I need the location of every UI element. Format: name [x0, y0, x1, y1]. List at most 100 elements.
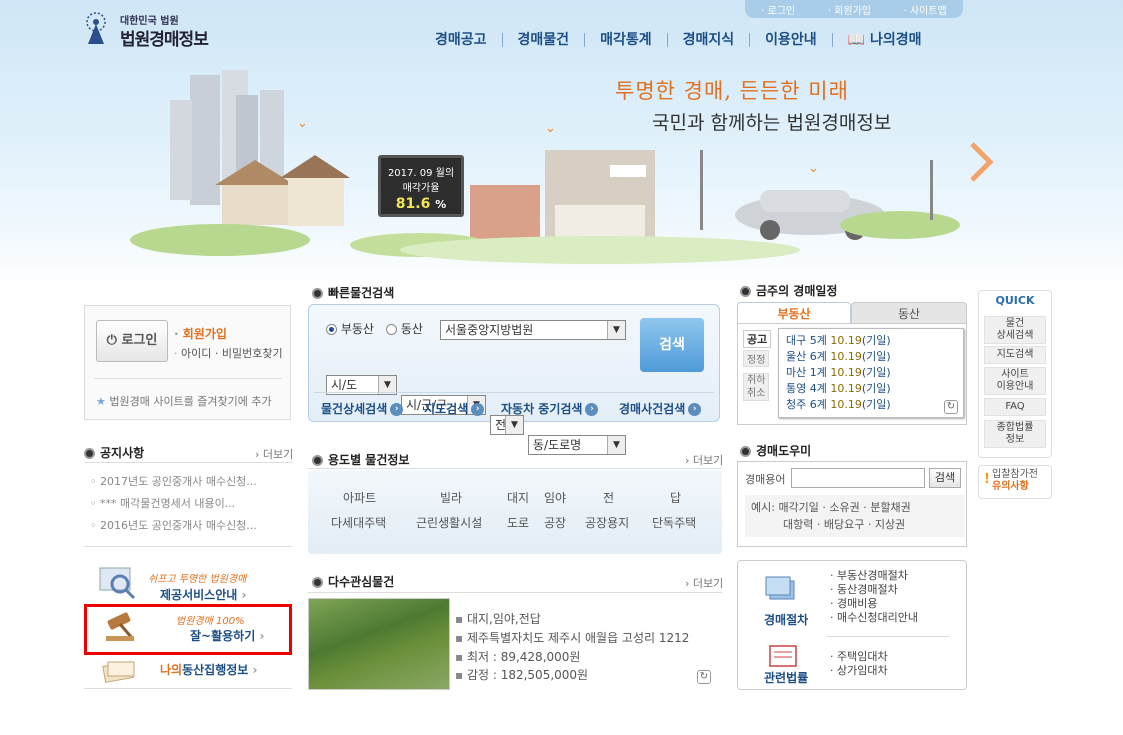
- join-link[interactable]: · 회원가입: [174, 325, 227, 342]
- notice-more-link[interactable]: 더보기: [255, 446, 293, 462]
- find-label: 아이디 · 비밀번호찾기: [181, 347, 283, 360]
- term-examples-line1[interactable]: 예시: 매각기일 · 소유권 · 분할채권: [751, 499, 959, 516]
- usage-apartment[interactable]: 아파트: [343, 489, 376, 506]
- radio-movable[interactable]: 동산: [386, 320, 423, 337]
- login-button-label: 로그인: [121, 333, 158, 348]
- nav-auction-notice[interactable]: 경매공고: [420, 33, 503, 47]
- usage-forest[interactable]: 임야: [544, 489, 566, 506]
- movable-execution-link[interactable]: 나의동산집행정보 ›: [160, 661, 257, 678]
- schedule-title: 금주의 경매일정: [740, 282, 837, 299]
- nav-auction-items[interactable]: 경매물건: [503, 33, 586, 47]
- usage-road[interactable]: 도로: [507, 514, 529, 531]
- category-select[interactable]: 전: [490, 415, 524, 435]
- tab-case-search[interactable]: 경매사건검색 ›: [619, 400, 702, 417]
- utilize-guide-link[interactable]: 잘~활용하기 ›: [190, 627, 264, 644]
- term-search-input[interactable]: [791, 468, 925, 488]
- search-button[interactable]: 검색: [640, 318, 704, 372]
- nav-my-auction-label: 나의경매: [869, 32, 922, 48]
- court-select[interactable]: 서울중앙지방법원: [440, 320, 626, 340]
- usage-multiplex[interactable]: 다세대주택: [331, 514, 386, 531]
- sitemap-link[interactable]: 사이트맵: [904, 2, 947, 17]
- bookmark-link[interactable]: ★ 법원경매 사이트를 즐겨찾기에 추가: [96, 393, 272, 409]
- usage-land[interactable]: 대지: [507, 489, 529, 506]
- notice-item[interactable]: 2016년도 공인중개사 매수신청...: [90, 517, 257, 533]
- service-guide-label: 제공서비스안내: [160, 588, 238, 602]
- service-guide-link[interactable]: 제공서비스안내 ›: [160, 586, 246, 603]
- term-examples-line2[interactable]: 대항력 · 배당요구 · 지상권: [751, 516, 959, 533]
- schedule-place: 통영 4계: [786, 382, 827, 395]
- radio-icon: [386, 324, 397, 335]
- schedule-item[interactable]: 울산 6계 10.19(기일): [786, 348, 891, 364]
- bid-notice-line1: 입찰참가전: [992, 469, 1038, 480]
- usage-field[interactable]: 전: [603, 489, 614, 506]
- bid-notice-link[interactable]: ! 입찰참가전 유의사항: [978, 465, 1052, 499]
- property-type: 대지,임야,전답: [455, 610, 541, 627]
- quick-detail-search[interactable]: 물건 상세검색: [984, 316, 1046, 344]
- schedule-item[interactable]: 청주 6계 10.19(기일): [786, 396, 891, 412]
- find-id-password-link[interactable]: · 아이디 · 비밀번호찾기: [174, 345, 283, 361]
- nav-usage-guide[interactable]: 이용안내: [750, 33, 833, 47]
- carousel-next-icon[interactable]: [966, 140, 996, 184]
- schedule-side-withdraw[interactable]: 취하 취소: [743, 373, 770, 401]
- nav-sale-statistics[interactable]: 매각통계: [585, 33, 668, 47]
- notice-item[interactable]: 2017년도 공인중개사 매수신청...: [90, 473, 257, 489]
- procedure-icon: [765, 576, 795, 600]
- law-link[interactable]: 상가임대차: [830, 662, 888, 678]
- interest-more-link[interactable]: 더보기: [685, 575, 723, 591]
- tab-vehicle-search[interactable]: 자동차 중기검색 ›: [501, 400, 599, 417]
- usage-panel: [308, 470, 722, 554]
- star-icon: ★: [96, 395, 110, 408]
- schedule-type: (기일): [861, 398, 891, 411]
- tab-movable[interactable]: 동산: [851, 302, 967, 324]
- main-navigation: 경매공고 경매물건 매각통계 경매지식 이용안내 📖 나의경매: [420, 28, 965, 52]
- schedule-type: (기일): [861, 366, 891, 379]
- site-logo[interactable]: 대한민국 법원 법원경매정보: [78, 10, 228, 50]
- nav-auction-knowledge[interactable]: 경매지식: [668, 33, 751, 47]
- login-button[interactable]: ⏻ 로그인: [96, 320, 168, 362]
- usage-factory[interactable]: 공장: [544, 514, 566, 531]
- quick-site-guide[interactable]: 사이트 이용안내: [984, 367, 1046, 395]
- usage-factory-land[interactable]: 공장용지: [585, 514, 629, 531]
- usage-paddy[interactable]: 답: [670, 489, 681, 506]
- refresh-icon[interactable]: ↻: [697, 670, 711, 684]
- utilize-guide-label: 잘~활용하기: [190, 629, 256, 643]
- schedule-side-notice[interactable]: 공고: [743, 330, 772, 348]
- quick-legal-info[interactable]: 종합법률 정보: [984, 420, 1046, 448]
- nav-my-auction[interactable]: 📖 나의경매: [833, 33, 937, 47]
- usage-title: 용도별 물건정보: [312, 451, 409, 468]
- magnifier-icon: [99, 567, 136, 600]
- usage-detached-house[interactable]: 단독주택: [652, 514, 696, 531]
- schedule-type: (기일): [861, 334, 891, 347]
- usage-neighborhood[interactable]: 근린생활시설: [416, 514, 482, 531]
- dictionary-title: 경매도우미: [740, 442, 811, 459]
- refresh-icon[interactable]: ↻: [944, 400, 958, 414]
- schedule-item[interactable]: 통영 4계 10.19(기일): [786, 380, 891, 396]
- tab-real-estate[interactable]: 부동산: [737, 302, 851, 324]
- procedure-title[interactable]: 경매절차: [764, 611, 808, 628]
- schedule-item[interactable]: 마산 1계 10.19(기일): [786, 364, 891, 380]
- radio-movable-label: 동산: [400, 322, 423, 336]
- divider: [308, 468, 722, 469]
- sale-rate-number: 81.6: [395, 196, 431, 212]
- schedule-place: 청주 6계: [786, 398, 827, 411]
- tab-detail-search[interactable]: 물건상세검색 ›: [321, 400, 404, 417]
- term-search-button[interactable]: 검색: [929, 468, 961, 488]
- tab-map-search[interactable]: 지도검색 ›: [424, 400, 485, 417]
- law-title[interactable]: 관련법률: [764, 669, 808, 686]
- usage-more-link[interactable]: 더보기: [685, 452, 723, 468]
- property-photo[interactable]: [308, 598, 450, 690]
- property-address[interactable]: 제주특별자치도 제주시 애월읍 고성리 1212: [455, 629, 689, 646]
- quick-map-search[interactable]: 지도검색: [984, 346, 1046, 364]
- top-utility-links: 로그인 회원가입 사이트맵: [745, 0, 963, 18]
- procedure-link[interactable]: 매수신청대리안내: [830, 609, 918, 625]
- login-link[interactable]: 로그인: [761, 2, 796, 17]
- radio-real-estate[interactable]: 부동산: [326, 320, 374, 337]
- usage-villa[interactable]: 빌라: [440, 489, 462, 506]
- dong-select[interactable]: 동/도로명: [528, 435, 626, 455]
- quick-faq[interactable]: FAQ: [984, 398, 1046, 416]
- svg-text:⌄: ⌄: [808, 161, 819, 176]
- notice-item[interactable]: *** 매각물건명세서 내용이...: [90, 495, 235, 511]
- signup-link[interactable]: 회원가입: [828, 2, 871, 17]
- schedule-side-correction[interactable]: 정정: [743, 350, 770, 367]
- schedule-item[interactable]: 대구 5계 10.19(기일): [786, 332, 891, 348]
